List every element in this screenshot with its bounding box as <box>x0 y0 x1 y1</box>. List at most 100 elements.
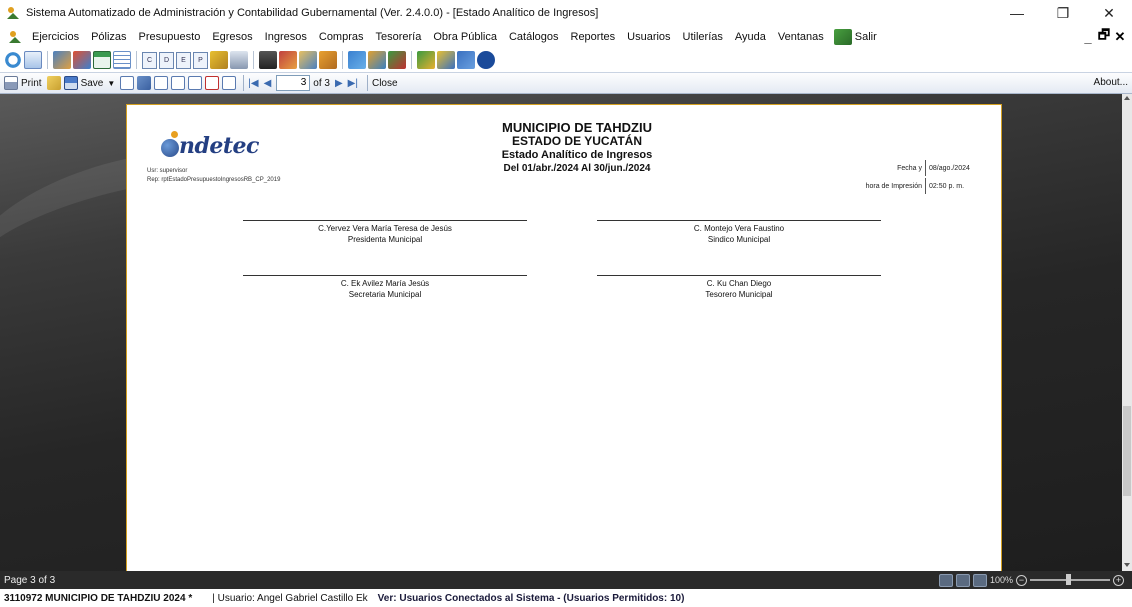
zoom-page-icon[interactable] <box>171 76 186 90</box>
about-button[interactable]: About... <box>1094 77 1128 88</box>
menu-usuarios[interactable]: Usuarios <box>621 31 676 43</box>
magnifier-icon[interactable] <box>437 51 455 69</box>
report-icon[interactable] <box>348 51 366 69</box>
menu-presupuesto[interactable]: Presupuesto <box>133 31 207 43</box>
delete-page-icon[interactable] <box>205 76 220 90</box>
find-icon[interactable] <box>137 76 152 90</box>
prev-page-button[interactable]: ◀ <box>264 78 272 89</box>
menu-obra-publica[interactable]: Obra Pública <box>427 31 503 43</box>
restore-button[interactable]: ❐ <box>1040 0 1086 26</box>
calendar-icon[interactable] <box>93 51 111 69</box>
signature-role: Tesorero Municipal <box>705 290 773 299</box>
menu-catalogos[interactable]: Catálogos <box>503 31 565 43</box>
report-canvas[interactable]: ndetec Usr: supervisor Rep: rptEstadoPre… <box>0 94 1122 571</box>
print-icon[interactable] <box>230 51 248 69</box>
menu-ventanas[interactable]: Ventanas <box>772 31 830 43</box>
page-setup-icon[interactable] <box>222 76 237 90</box>
mdi-close-button[interactable]: ✕ <box>1112 29 1128 45</box>
single-page-view-icon[interactable] <box>938 573 953 587</box>
app-status-bar: 3110972 MUNICIPIO DE TAHDZIU 2024 * | Us… <box>0 589 1132 607</box>
save-button[interactable]: Save ▼ <box>63 76 115 90</box>
zoom-level: 100% <box>989 575 1013 585</box>
page-number-input[interactable]: 3 <box>276 75 311 91</box>
mdi-minimize-button[interactable]: _ <box>1080 30 1096 45</box>
hora-label: hora de Impresión <box>865 182 922 190</box>
tools-icon[interactable] <box>368 51 386 69</box>
two-page-view-icon[interactable] <box>955 573 970 587</box>
fecha-value: 08/ago./2024 <box>929 164 970 172</box>
scroll-down-icon[interactable] <box>1124 563 1130 567</box>
table-grid-icon[interactable] <box>113 51 131 69</box>
window-controls: — ❐ ✕ <box>994 0 1132 26</box>
menu-tesoreria[interactable]: Tesorería <box>370 31 428 43</box>
fecha-label: Fecha y <box>897 164 922 172</box>
signature-name: C. Ek Avilez María Jesús <box>340 279 430 288</box>
thumbnails-icon[interactable] <box>154 76 169 90</box>
document-chart-icon[interactable] <box>24 51 42 69</box>
last-page-button[interactable]: ▶| <box>348 78 358 89</box>
box-icon[interactable] <box>319 51 337 69</box>
clipboard-icon[interactable] <box>259 51 277 69</box>
users-icon[interactable] <box>53 51 71 69</box>
next-page-button[interactable]: ▶ <box>335 78 343 89</box>
doc-p-icon[interactable]: P <box>193 51 208 69</box>
mdi-controls: _ 🗗 ✕ <box>1080 26 1128 48</box>
mdi-restore-button[interactable]: 🗗 <box>1096 26 1112 48</box>
municipio-name: MUNICIPIO DE TAHDZIU <box>502 120 652 135</box>
print-button[interactable]: Print <box>4 76 42 90</box>
app-logo-icon <box>6 6 20 20</box>
report-period: Del 01/abr./2024 Al 30/jun./2024 <box>503 163 651 174</box>
zoom-in-icon[interactable]: + <box>1113 574 1124 586</box>
close-report-button[interactable]: Close <box>372 78 398 89</box>
menu-ingresos[interactable]: Ingresos <box>259 31 313 43</box>
email-icon[interactable] <box>120 76 135 90</box>
multi-page-icon[interactable] <box>188 76 203 90</box>
menu-bar: Ejercicios Pólizas Presupuesto Egresos I… <box>0 26 1132 48</box>
close-window-button[interactable]: ✕ <box>1086 0 1132 26</box>
doc-d-icon[interactable]: D <box>159 51 174 69</box>
transfer-icon[interactable] <box>73 51 91 69</box>
refresh-icon[interactable] <box>4 51 22 69</box>
page-status: Page 3 of 3 <box>4 574 56 586</box>
minimize-button[interactable]: — <box>994 0 1040 26</box>
save-disk-icon[interactable] <box>457 51 475 69</box>
estado-name: ESTADO DE YUCATÁN <box>511 134 642 148</box>
menu-salir[interactable]: Salir <box>855 31 883 43</box>
help-icon[interactable] <box>477 51 495 69</box>
folder-icon[interactable] <box>299 51 317 69</box>
continuous-view-icon[interactable] <box>972 573 987 587</box>
scroll-thumb[interactable] <box>1123 406 1131 496</box>
signature-role: Sindico Municipal <box>707 235 771 244</box>
zoom-slider[interactable] <box>1030 574 1110 585</box>
first-page-button[interactable]: |◀ <box>248 78 258 89</box>
version-status: Ver: Usuarios Conectados al Sistema - (U… <box>377 592 685 604</box>
tree-icon[interactable] <box>417 51 435 69</box>
menu-compras[interactable]: Compras <box>313 31 370 43</box>
signature-role: Secretaria Municipal <box>348 290 422 299</box>
menu-utilerias[interactable]: Utilerías <box>677 31 729 43</box>
menu-ejercicios[interactable]: Ejercicios <box>26 31 85 43</box>
menu-app-icon[interactable] <box>8 30 22 44</box>
exit-icon[interactable] <box>833 29 852 45</box>
zoom-out-icon[interactable]: − <box>1016 574 1027 586</box>
menu-polizas[interactable]: Pólizas <box>85 31 132 43</box>
key-icon[interactable] <box>210 51 228 69</box>
vertical-scrollbar[interactable] <box>1122 94 1132 571</box>
edit-icon[interactable] <box>279 51 297 69</box>
chevron-down-icon[interactable]: ▼ <box>107 79 115 88</box>
zoom-slider-thumb[interactable] <box>1066 574 1071 585</box>
menu-reportes[interactable]: Reportes <box>565 31 622 43</box>
signature-block: C. Montejo Vera Faustino Sindico Municip… <box>597 220 881 245</box>
open-folder-icon[interactable] <box>46 76 61 90</box>
title-bar: Sistema Automatizado de Administración y… <box>0 0 1132 26</box>
usuario-status: | Usuario: Angel Gabriel Castillo Ek <box>212 592 368 604</box>
indetec-logo: ndetec <box>159 131 279 161</box>
menu-egresos[interactable]: Egresos <box>206 31 258 43</box>
menu-ayuda[interactable]: Ayuda <box>729 31 772 43</box>
signature-name: C. Montejo Vera Faustino <box>693 224 785 233</box>
signature-block: C. Ku Chan Diego Tesorero Municipal <box>597 275 881 300</box>
doc-e-icon[interactable]: E <box>176 51 191 69</box>
doc-c-icon[interactable]: C <box>142 51 157 69</box>
scroll-up-icon[interactable] <box>1124 96 1130 100</box>
network-icon[interactable] <box>388 51 406 69</box>
